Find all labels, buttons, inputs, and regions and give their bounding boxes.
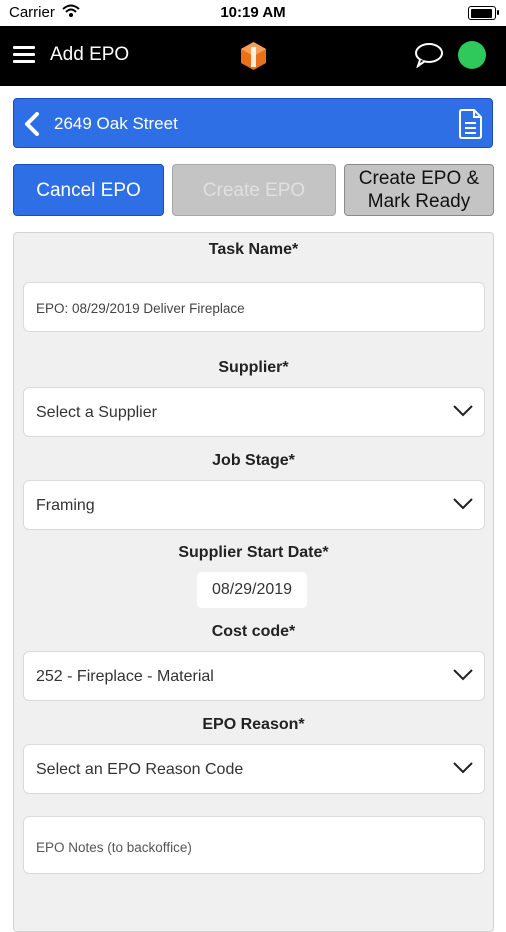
task-name-field[interactable]: EPO: 08/29/2019 Deliver Fireplace — [23, 282, 485, 332]
create-epo-mark-ready-label-line2: Mark Ready — [367, 191, 471, 212]
document-icon[interactable] — [457, 109, 483, 144]
clock: 10:19 AM — [220, 4, 286, 21]
hamburger-icon[interactable] — [13, 46, 35, 64]
create-epo-mark-ready-button[interactable]: Create EPO & Mark Ready — [344, 164, 494, 216]
task-name-label: Task Name* — [208, 241, 299, 258]
cost-code-label: Cost code* — [211, 623, 296, 640]
epo-notes-placeholder: EPO Notes (to backoffice) — [36, 840, 192, 855]
job-address: 2649 Oak Street — [54, 114, 178, 133]
page-title: Add EPO — [50, 44, 130, 65]
supplier-label: Supplier* — [218, 359, 289, 376]
task-name-value: EPO: 08/29/2019 Deliver Fireplace — [36, 301, 245, 316]
job-stage-label: Job Stage* — [212, 452, 295, 469]
create-epo-button[interactable]: Create EPO — [172, 164, 336, 216]
supplier-start-date-label: Supplier Start Date* — [178, 544, 329, 561]
cost-code-value: 252 - Fireplace - Material — [36, 668, 214, 685]
logo-icon — [240, 41, 267, 76]
create-epo-mark-ready-label-line1: Create EPO & — [358, 168, 480, 189]
epo-reason-select[interactable]: Select an EPO Reason Code — [23, 744, 485, 794]
back-chevron-icon[interactable] — [23, 112, 41, 141]
cancel-epo-button[interactable]: Cancel EPO — [13, 164, 164, 216]
epo-reason-label: EPO Reason* — [202, 716, 305, 733]
job-stage-select[interactable]: Framing — [23, 480, 485, 530]
job-stage-value: Framing — [36, 497, 95, 514]
epo-notes-field[interactable]: EPO Notes (to backoffice) — [23, 816, 485, 874]
address-bar[interactable]: 2649 Oak Street — [13, 98, 493, 148]
epo-reason-value: Select an EPO Reason Code — [36, 761, 244, 778]
chat-icon[interactable] — [414, 42, 444, 73]
chevron-down-icon — [452, 761, 474, 780]
supplier-start-date-field[interactable]: 08/29/2019 — [197, 572, 307, 608]
nav-bar: Add EPO — [0, 26, 506, 86]
status-bar: Carrier 10:19 AM — [0, 0, 506, 26]
supplier-value: Select a Supplier — [36, 404, 157, 421]
cost-code-select[interactable]: 252 - Fireplace - Material — [23, 651, 485, 701]
online-status-indicator[interactable] — [458, 41, 486, 69]
supplier-select[interactable]: Select a Supplier — [23, 387, 485, 437]
battery-icon — [468, 6, 499, 20]
chevron-down-icon — [452, 404, 474, 423]
chevron-down-icon — [452, 668, 474, 687]
chevron-down-icon — [452, 497, 474, 516]
